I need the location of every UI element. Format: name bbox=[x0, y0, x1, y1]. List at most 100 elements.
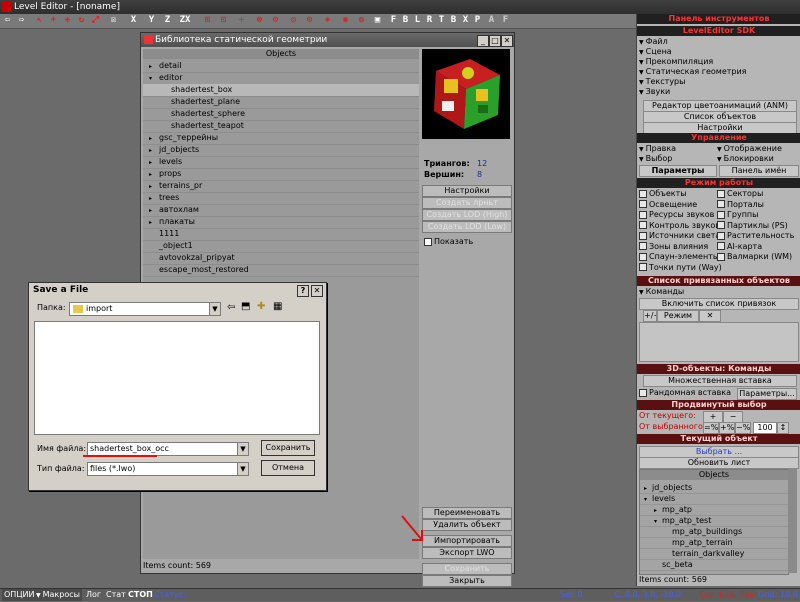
maximize-icon[interactable]: □ bbox=[489, 35, 501, 47]
snap-normal-icon[interactable]: ⊙ bbox=[304, 15, 315, 26]
chevron-down-icon[interactable]: ▼ bbox=[237, 443, 248, 455]
add-icon[interactable]: + bbox=[48, 15, 59, 26]
mode-checkbox[interactable]: Контроль звуков bbox=[639, 221, 720, 231]
library-settings-button[interactable]: Настройки bbox=[422, 185, 512, 197]
mode-checkbox[interactable]: Ресурсы звуков bbox=[639, 210, 714, 220]
mode-checkbox[interactable]: Валмарки (WM) bbox=[717, 252, 792, 262]
stat-button[interactable]: Стат bbox=[106, 589, 126, 601]
minimize-icon[interactable]: _ bbox=[477, 35, 489, 47]
snap-clear-button[interactable]: ✕ bbox=[699, 310, 721, 322]
export-lwo-button[interactable]: Экспорт LWO bbox=[422, 547, 512, 559]
save-button[interactable]: Сохранить bbox=[422, 563, 512, 575]
filetype-select[interactable]: files (*.lwo) ▼ bbox=[87, 462, 249, 476]
mode-checkbox[interactable]: AI-карта bbox=[717, 242, 762, 252]
library-title-bar[interactable]: Библиотека статической геометрии _ □ ✕ bbox=[141, 33, 514, 47]
object-tree-item[interactable]: sc_beta bbox=[640, 559, 788, 571]
log-button[interactable]: Лог bbox=[86, 589, 101, 601]
checkbox-icon[interactable] bbox=[717, 189, 725, 198]
dialog-title-bar[interactable]: Save a File ? ✕ bbox=[29, 283, 326, 297]
create-thumb-button[interactable]: Создать лрньт bbox=[422, 197, 512, 209]
view-f-button[interactable]: F bbox=[500, 15, 511, 26]
view-a-button[interactable]: A bbox=[486, 15, 497, 26]
axis-y-button[interactable]: Y bbox=[146, 15, 157, 26]
checkbox-icon[interactable] bbox=[639, 210, 647, 219]
options-button[interactable]: ОПЦИИ bbox=[2, 589, 37, 601]
checkbox-icon[interactable] bbox=[717, 252, 725, 261]
tab-parameters[interactable]: Параметры bbox=[639, 165, 717, 177]
refresh-list-button[interactable]: Обновить лист bbox=[639, 457, 799, 469]
back-arrow-icon[interactable]: ⇦ bbox=[227, 302, 235, 313]
view-bottom-button[interactable]: B bbox=[448, 15, 459, 26]
dialog-close-icon[interactable]: ✕ bbox=[311, 285, 323, 297]
snap-cursor-icon[interactable]: ◍ bbox=[356, 15, 367, 26]
view-x-button[interactable]: X bbox=[460, 15, 471, 26]
view-top-button[interactable]: T bbox=[436, 15, 447, 26]
random-params-button[interactable]: Параметры... bbox=[737, 388, 797, 400]
new-folder-icon[interactable]: ✚ bbox=[257, 301, 265, 312]
menu-select[interactable]: ▼ Выбор bbox=[639, 154, 672, 165]
random-insert-checkbox[interactable]: Рандомная вставка bbox=[639, 388, 731, 398]
up-folder-icon[interactable]: ⬒ bbox=[241, 301, 250, 312]
macros-button[interactable]: ▼ Макросы bbox=[34, 589, 82, 601]
axis-z-button[interactable]: Z bbox=[162, 15, 173, 26]
tree-item[interactable]: escape_most_restored bbox=[143, 264, 419, 277]
folder-combo[interactable]: import ▼ bbox=[69, 302, 221, 316]
snap-crosshair-icon[interactable]: ✛ bbox=[236, 15, 247, 26]
sdk-header[interactable]: LevelEditor SDK bbox=[637, 26, 800, 36]
checkbox-icon[interactable] bbox=[717, 221, 725, 229]
mode-checkbox[interactable]: Партиклы (PS) bbox=[717, 221, 788, 231]
delete-object-button[interactable]: Удалить объект bbox=[422, 519, 512, 531]
snap-scale-icon[interactable]: ◉ bbox=[340, 15, 351, 26]
mode-checkbox[interactable]: Группы bbox=[717, 210, 758, 220]
sdk-menu-item[interactable]: ▼ Звуки bbox=[639, 87, 670, 98]
checkbox-icon[interactable] bbox=[639, 189, 647, 198]
checkbox-icon[interactable] bbox=[717, 210, 725, 219]
snap-commands[interactable]: ▼ Команды bbox=[639, 287, 684, 298]
mode-checkbox[interactable]: Источники света bbox=[639, 231, 720, 241]
select-arrow-icon[interactable]: ↖ bbox=[34, 15, 45, 26]
snap-vertex-icon[interactable]: ◈ bbox=[322, 15, 333, 26]
close-icon[interactable]: ✕ bbox=[501, 35, 513, 47]
snap-add-remove-button[interactable]: +/− bbox=[643, 310, 657, 322]
spin-arrows-icon[interactable]: ↕ bbox=[777, 422, 789, 434]
snap-moving-icon[interactable]: ⊘ bbox=[270, 15, 281, 26]
import-button[interactable]: Импортировать bbox=[422, 535, 512, 547]
snap-list-box[interactable] bbox=[639, 322, 799, 362]
selected-plus-button[interactable]: +% bbox=[719, 422, 735, 434]
mode-checkbox[interactable]: Растительность bbox=[717, 231, 794, 241]
undo-arrow-icon[interactable]: ⇦ bbox=[2, 15, 13, 26]
object-tree-scrollbar[interactable] bbox=[788, 469, 797, 573]
view-front-button[interactable]: F bbox=[388, 15, 399, 26]
chevron-down-icon[interactable]: ▼ bbox=[209, 303, 220, 315]
checkbox-icon[interactable] bbox=[639, 221, 647, 229]
move-icon[interactable]: ✥ bbox=[62, 15, 73, 26]
checkbox-icon[interactable] bbox=[717, 242, 725, 250]
view-menu-icon[interactable]: ▦ bbox=[273, 301, 282, 312]
enable-snap-list-button[interactable]: Включить список привязок bbox=[639, 298, 799, 310]
snap-object-icon[interactable]: ⊡ bbox=[218, 15, 229, 26]
snap-magnet-icon[interactable]: ⊗ bbox=[254, 15, 265, 26]
mode-checkbox[interactable]: Освещение bbox=[639, 200, 697, 210]
close-box-icon[interactable]: ☒ bbox=[108, 15, 119, 26]
dialog-save-button[interactable]: Сохранить bbox=[261, 440, 315, 456]
selected-eq-button[interactable]: =% bbox=[703, 422, 719, 434]
snap-grid-icon[interactable]: ⊞ bbox=[202, 15, 213, 26]
checkbox-icon[interactable] bbox=[717, 200, 725, 208]
stop-button[interactable]: СТОП bbox=[128, 589, 153, 601]
view-perspective-button[interactable]: P bbox=[472, 15, 483, 26]
filename-input[interactable]: shadertest_box_occ ▼ bbox=[87, 442, 249, 456]
close-button[interactable]: Закрыть bbox=[422, 575, 512, 587]
mode-checkbox[interactable]: Спаун-элементы bbox=[639, 252, 719, 262]
axis-x-button[interactable]: X bbox=[128, 15, 139, 26]
mode-checkbox[interactable]: Зоны влияния bbox=[639, 242, 708, 252]
view-right-button[interactable]: R bbox=[424, 15, 435, 26]
checkbox-icon[interactable] bbox=[639, 231, 647, 240]
selected-percent-input[interactable]: 100 bbox=[753, 422, 777, 434]
zoom-extent-icon[interactable]: ▣ bbox=[372, 15, 383, 26]
menu-locks[interactable]: ▼ Блокировки bbox=[717, 154, 774, 165]
checkbox-icon[interactable] bbox=[717, 231, 725, 240]
mode-checkbox[interactable]: Секторы bbox=[717, 189, 763, 199]
dialog-cancel-button[interactable]: Отмена bbox=[261, 460, 315, 476]
checkbox-icon[interactable] bbox=[639, 263, 647, 271]
rotate-icon[interactable]: ↻ bbox=[76, 15, 87, 26]
